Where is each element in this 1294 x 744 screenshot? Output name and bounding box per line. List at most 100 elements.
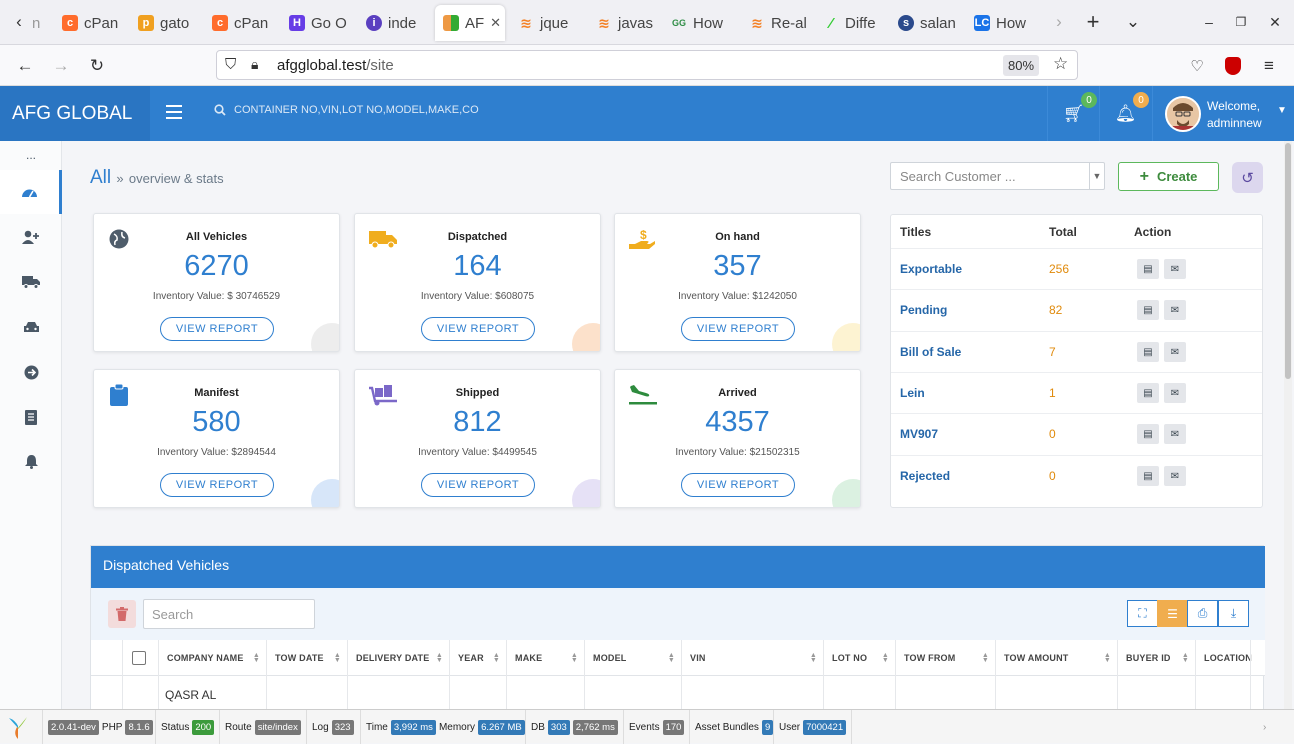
email-icon[interactable]: ✉ bbox=[1164, 424, 1186, 444]
select-all-checkbox[interactable] bbox=[132, 651, 146, 665]
title-link[interactable]: Exportable bbox=[900, 262, 962, 276]
browser-tab[interactable]: s salan bbox=[898, 6, 962, 40]
pdf-icon[interactable]: ▤ bbox=[1137, 300, 1159, 320]
delete-button[interactable] bbox=[108, 600, 136, 628]
sidebar-item-shipping[interactable] bbox=[0, 260, 62, 304]
fullscreen-button[interactable]: ⛶ bbox=[1127, 600, 1158, 627]
column-header[interactable]: TOW AMOUNT ▲ ▼ bbox=[995, 640, 1117, 676]
email-icon[interactable]: ✉ bbox=[1164, 383, 1186, 403]
debug-toggle-icon[interactable]: › bbox=[1258, 710, 1266, 744]
debug-user[interactable]: User 7000421 bbox=[773, 710, 853, 744]
ublock-icon[interactable] bbox=[1220, 53, 1246, 79]
browser-tab[interactable]: LC How bbox=[974, 6, 1032, 40]
refresh-button[interactable]: ↺ bbox=[1232, 162, 1263, 193]
cart-button[interactable]: 🛒︎ 0 bbox=[1047, 86, 1099, 141]
title-link[interactable]: MV907 bbox=[900, 427, 938, 441]
new-tab-icon[interactable]: + bbox=[1080, 9, 1106, 35]
browser-tab[interactable]: i inde bbox=[366, 6, 428, 40]
url-bar[interactable]: ⛉ 🔒︎ afgglobal.test/site 80% ☆ bbox=[216, 50, 1078, 80]
view-report-button[interactable]: VIEW REPORT bbox=[681, 317, 795, 341]
close-window-icon[interactable]: ✕ bbox=[1262, 9, 1288, 35]
column-header[interactable]: LOT NO ▲ ▼ bbox=[823, 640, 895, 676]
reload-icon[interactable]: ↻ bbox=[84, 53, 110, 79]
column-header[interactable]: LOCATION bbox=[1195, 640, 1252, 676]
browser-tab[interactable]: ⁄ Diffe bbox=[823, 6, 889, 40]
debug-route[interactable]: Route site/index bbox=[219, 710, 301, 744]
global-search-input[interactable]: CONTAINER NO,VIN,LOT NO,MODEL,MAKE,CO bbox=[234, 104, 479, 116]
yii-logo[interactable] bbox=[0, 710, 42, 744]
column-header[interactable]: VIN ▲ ▼ bbox=[681, 640, 823, 676]
browser-tab[interactable]: c cPan bbox=[212, 6, 282, 40]
debug-version[interactable]: 2.0.41-dev PHP 8.1.6 bbox=[42, 710, 153, 744]
menu-icon[interactable]: ≡ bbox=[1256, 53, 1282, 79]
sidebar-dots[interactable]: ... bbox=[0, 141, 62, 169]
column-header[interactable]: MAKE ▲ ▼ bbox=[506, 640, 584, 676]
browser-tab[interactable]: c cPan bbox=[62, 6, 132, 40]
debug-asset-bundles[interactable]: Asset Bundles 9 bbox=[689, 710, 774, 744]
restore-icon[interactable]: ❐ bbox=[1228, 9, 1254, 35]
email-icon[interactable]: ✉ bbox=[1164, 466, 1186, 486]
notifications-button[interactable]: 🔔︎ 0 bbox=[1099, 86, 1151, 141]
debug-db[interactable]: DB 303 2,762 ms bbox=[525, 710, 618, 744]
column-header[interactable]: TOW FROM ▲ ▼ bbox=[895, 640, 995, 676]
email-icon[interactable]: ✉ bbox=[1164, 259, 1186, 279]
sidebar-item-dashboard[interactable] bbox=[0, 170, 62, 214]
view-report-button[interactable]: VIEW REPORT bbox=[681, 473, 795, 497]
browser-tab[interactable]: ≋ javas bbox=[596, 6, 658, 40]
email-icon[interactable]: ✉ bbox=[1164, 300, 1186, 320]
title-link[interactable]: Lein bbox=[900, 386, 925, 400]
export-button[interactable]: ⤓ bbox=[1218, 600, 1249, 627]
caret-down-icon[interactable]: ▼ bbox=[1089, 163, 1104, 189]
brand-logo[interactable]: AFG GLOBAL bbox=[0, 86, 150, 141]
view-report-button[interactable]: VIEW REPORT bbox=[160, 473, 274, 497]
title-link[interactable]: Rejected bbox=[900, 469, 950, 483]
bookmark-star-icon[interactable]: ☆ bbox=[1053, 54, 1068, 74]
sidebar-item-export[interactable] bbox=[0, 350, 62, 394]
pdf-icon[interactable]: ▤ bbox=[1137, 342, 1159, 362]
sidebar-item-add-user[interactable] bbox=[0, 215, 62, 259]
tab-scroll-left-icon[interactable]: ‹ bbox=[6, 9, 32, 35]
hamburger-menu-icon[interactable] bbox=[166, 105, 182, 121]
print-button[interactable]: ⎙ bbox=[1187, 600, 1218, 627]
pdf-icon[interactable]: ▤ bbox=[1137, 424, 1159, 444]
minimize-icon[interactable]: – bbox=[1196, 9, 1222, 35]
column-header[interactable]: YEAR ▲ ▼ bbox=[449, 640, 506, 676]
sidebar-item-vehicles[interactable] bbox=[0, 305, 62, 349]
browser-tab[interactable]: ≋ jque bbox=[518, 6, 582, 40]
title-link[interactable]: Bill of Sale bbox=[900, 345, 961, 359]
pdf-icon[interactable]: ▤ bbox=[1137, 466, 1159, 486]
close-tab-icon[interactable]: ✕ bbox=[490, 15, 501, 31]
view-report-button[interactable]: VIEW REPORT bbox=[421, 473, 535, 497]
browser-tab[interactable]: n bbox=[32, 6, 52, 40]
column-header[interactable]: COMPANY NAME ▲ ▼ bbox=[158, 640, 266, 676]
shield-icon[interactable]: ⛉ bbox=[225, 56, 236, 73]
view-report-button[interactable]: VIEW REPORT bbox=[160, 317, 274, 341]
debug-events[interactable]: Events 170 bbox=[623, 710, 685, 744]
view-report-button[interactable]: VIEW REPORT bbox=[421, 317, 535, 341]
browser-tab[interactable]: H Go O bbox=[289, 6, 359, 40]
column-header[interactable]: TOW DATE ▲ ▼ bbox=[266, 640, 347, 676]
debug-time[interactable]: Time 3,992 ms Memory 6.267 MB bbox=[360, 710, 525, 744]
toggle-columns-button[interactable]: ☰ bbox=[1157, 600, 1188, 627]
browser-tab-active[interactable]: AF ✕ bbox=[435, 5, 505, 41]
tab-scroll-right-icon[interactable]: › bbox=[1046, 9, 1072, 35]
email-icon[interactable]: ✉ bbox=[1164, 342, 1186, 362]
pocket-icon[interactable]: ♡ bbox=[1184, 53, 1210, 79]
back-icon[interactable]: ← bbox=[12, 53, 38, 79]
sidebar-item-notifications[interactable] bbox=[0, 440, 62, 484]
column-header[interactable]: DELIVERY DATE ▲ ▼ bbox=[347, 640, 449, 676]
global-search[interactable]: CONTAINER NO,VIN,LOT NO,MODEL,MAKE,CO bbox=[214, 104, 479, 116]
browser-tab[interactable]: ≋ Re-al bbox=[749, 6, 813, 40]
title-link[interactable]: Pending bbox=[900, 303, 947, 317]
column-header[interactable]: MODEL ▲ ▼ bbox=[584, 640, 681, 676]
create-button[interactable]: + Create bbox=[1118, 162, 1219, 191]
sidebar-item-invoices[interactable] bbox=[0, 395, 62, 439]
chevron-down-icon[interactable]: ⌄ bbox=[1120, 9, 1146, 35]
table-search-input[interactable]: Search bbox=[143, 599, 315, 629]
page-scrollbar[interactable] bbox=[1284, 141, 1292, 709]
pdf-icon[interactable]: ▤ bbox=[1137, 259, 1159, 279]
browser-tab[interactable]: GG How bbox=[671, 6, 735, 40]
user-menu[interactable]: Welcome, adminnew ▼ bbox=[1152, 86, 1294, 141]
url-text[interactable]: afgglobal.test/site bbox=[277, 57, 394, 74]
column-header[interactable]: BUYER ID ▲ ▼ bbox=[1117, 640, 1195, 676]
